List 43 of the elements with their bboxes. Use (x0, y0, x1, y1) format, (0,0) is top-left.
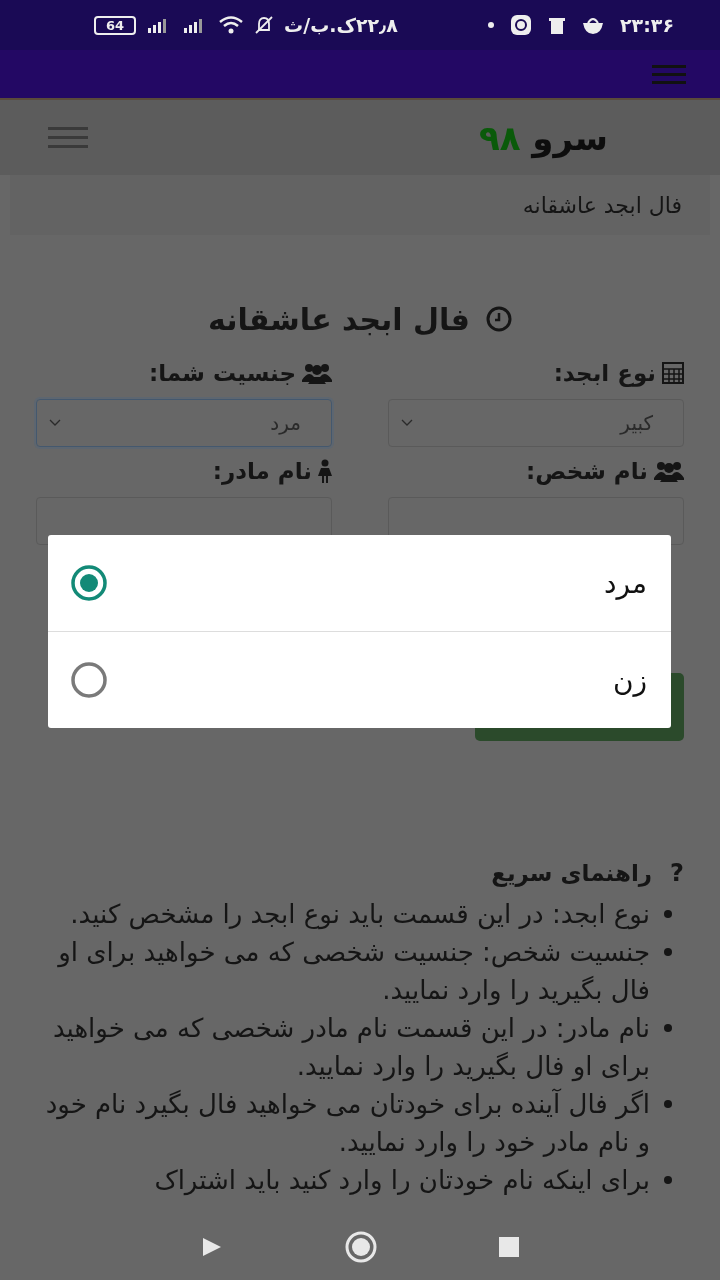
basket-icon (582, 15, 604, 35)
female-icon (318, 459, 332, 483)
bullet-icon (664, 1100, 672, 1108)
home-icon[interactable] (345, 1231, 377, 1263)
select-field[interactable]: مرد (36, 399, 332, 447)
field-label: جنسیت شما: (149, 360, 296, 386)
select-field[interactable]: کبیر (388, 399, 684, 447)
help-text: نام مادر: در این قسمت نام مادر شخصی که می خواهید برای او فال بگیرید را وارد نمایید. (51, 1012, 650, 1084)
clock-icon (485, 306, 512, 332)
dot-icon (488, 22, 494, 28)
app-icon (510, 14, 532, 36)
clock: ۲۳:۳۶ (620, 14, 674, 36)
field-label: نام مادر: (212, 458, 312, 484)
radio-button[interactable] (70, 564, 108, 602)
site-logo[interactable]: سرو ۹۸ (478, 117, 608, 158)
radio-button[interactable] (70, 661, 108, 699)
option-item[interactable]: زن (48, 632, 671, 728)
option-item[interactable]: مرد (48, 535, 671, 632)
caret-icon (49, 419, 61, 427)
help-text: نوع ابجد: در این قسمت باید نوع ابجد را مشخص کنید. (70, 898, 650, 932)
back-icon[interactable] (201, 1236, 223, 1258)
network-speed: ۲۲٫۸ک.ب/ث (284, 14, 398, 36)
users-icon (302, 362, 332, 384)
help-heading: راهنمای سریع (491, 860, 653, 886)
caret-icon (401, 419, 413, 427)
breadcrumb: فال ابجد عاشقانه (522, 192, 682, 218)
trash-icon (548, 15, 566, 35)
field-label: نوع ابجد: (553, 360, 656, 386)
help-text: اگر فال آینده برای خودتان می خواهید فال بگیرد نام خود و نام مادر خود را وارد نمایید. (44, 1087, 650, 1160)
battery-indicator: 64 (94, 15, 137, 35)
wifi-icon (218, 15, 245, 35)
calculator-icon (662, 362, 684, 384)
muted-bell-icon (254, 15, 275, 35)
bullet-icon (664, 948, 672, 956)
page-title: فال ابجد عاشقانه (208, 301, 470, 337)
help-icon: ? (670, 859, 684, 887)
bullet-icon (664, 1024, 672, 1032)
users-icon (654, 460, 684, 482)
help-text: برای اینکه نام خودتان را وارد کنید باید اشتراک (154, 1164, 650, 1198)
field-label: نام شخص: (526, 458, 648, 484)
help-text: جنسیت شخص: جنسیت شخصی که می خواهید برای او فال بگیرید را وارد نمایید. (56, 936, 650, 1008)
bullet-icon (664, 1176, 672, 1184)
bullet-icon (664, 910, 672, 918)
